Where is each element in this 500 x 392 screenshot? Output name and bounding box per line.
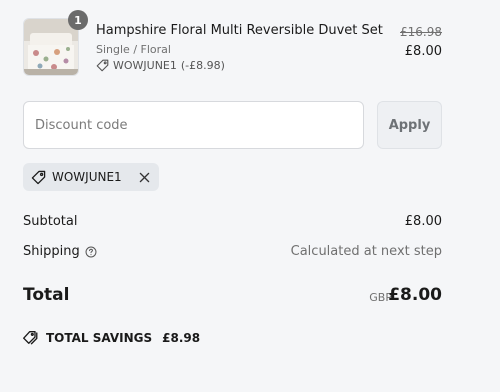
- shipping-value: Calculated at next step: [290, 244, 442, 259]
- product-discount-code: WOWJUNE1: [113, 59, 177, 72]
- discounted-price: £8.00: [404, 44, 442, 59]
- tag-icon: [31, 170, 46, 185]
- product-thumbnail: 1: [23, 10, 88, 76]
- product-discount-line: WOWJUNE1 (-£8.98): [96, 59, 225, 72]
- subtotal-label-text: Subtotal: [23, 214, 78, 229]
- original-price: £16.98: [400, 25, 442, 39]
- shipping-label: Shipping: [23, 244, 97, 259]
- total-savings-label: TOTAL SAVINGS: [46, 330, 153, 345]
- discount-code-input[interactable]: [23, 101, 364, 149]
- apply-button[interactable]: Apply: [377, 101, 442, 149]
- product-discount-amount: (-£8.98): [180, 59, 225, 72]
- total-label: Total: [23, 285, 70, 305]
- tags-icon: [23, 330, 39, 345]
- total-savings-amount: £8.98: [162, 330, 201, 345]
- total-savings: TOTAL SAVINGS £8.98: [23, 330, 200, 345]
- subtotal-label: Subtotal: [23, 214, 77, 229]
- close-icon[interactable]: [137, 170, 151, 184]
- total-amount: £8.00: [388, 285, 442, 305]
- tag-icon: [96, 59, 109, 72]
- help-circle-icon[interactable]: [85, 246, 97, 258]
- product-name: Hampshire Floral Multi Reversible Duvet …: [96, 23, 383, 38]
- applied-discount-chip: WOWJUNE1: [23, 163, 159, 191]
- product-variant: Single / Floral: [96, 43, 171, 56]
- subtotal-value: £8.00: [404, 214, 442, 229]
- duvet-product-image: [24, 19, 78, 75]
- quantity-badge: 1: [68, 10, 88, 30]
- shipping-label-text: Shipping: [23, 244, 80, 259]
- applied-discount-code: WOWJUNE1: [52, 170, 122, 184]
